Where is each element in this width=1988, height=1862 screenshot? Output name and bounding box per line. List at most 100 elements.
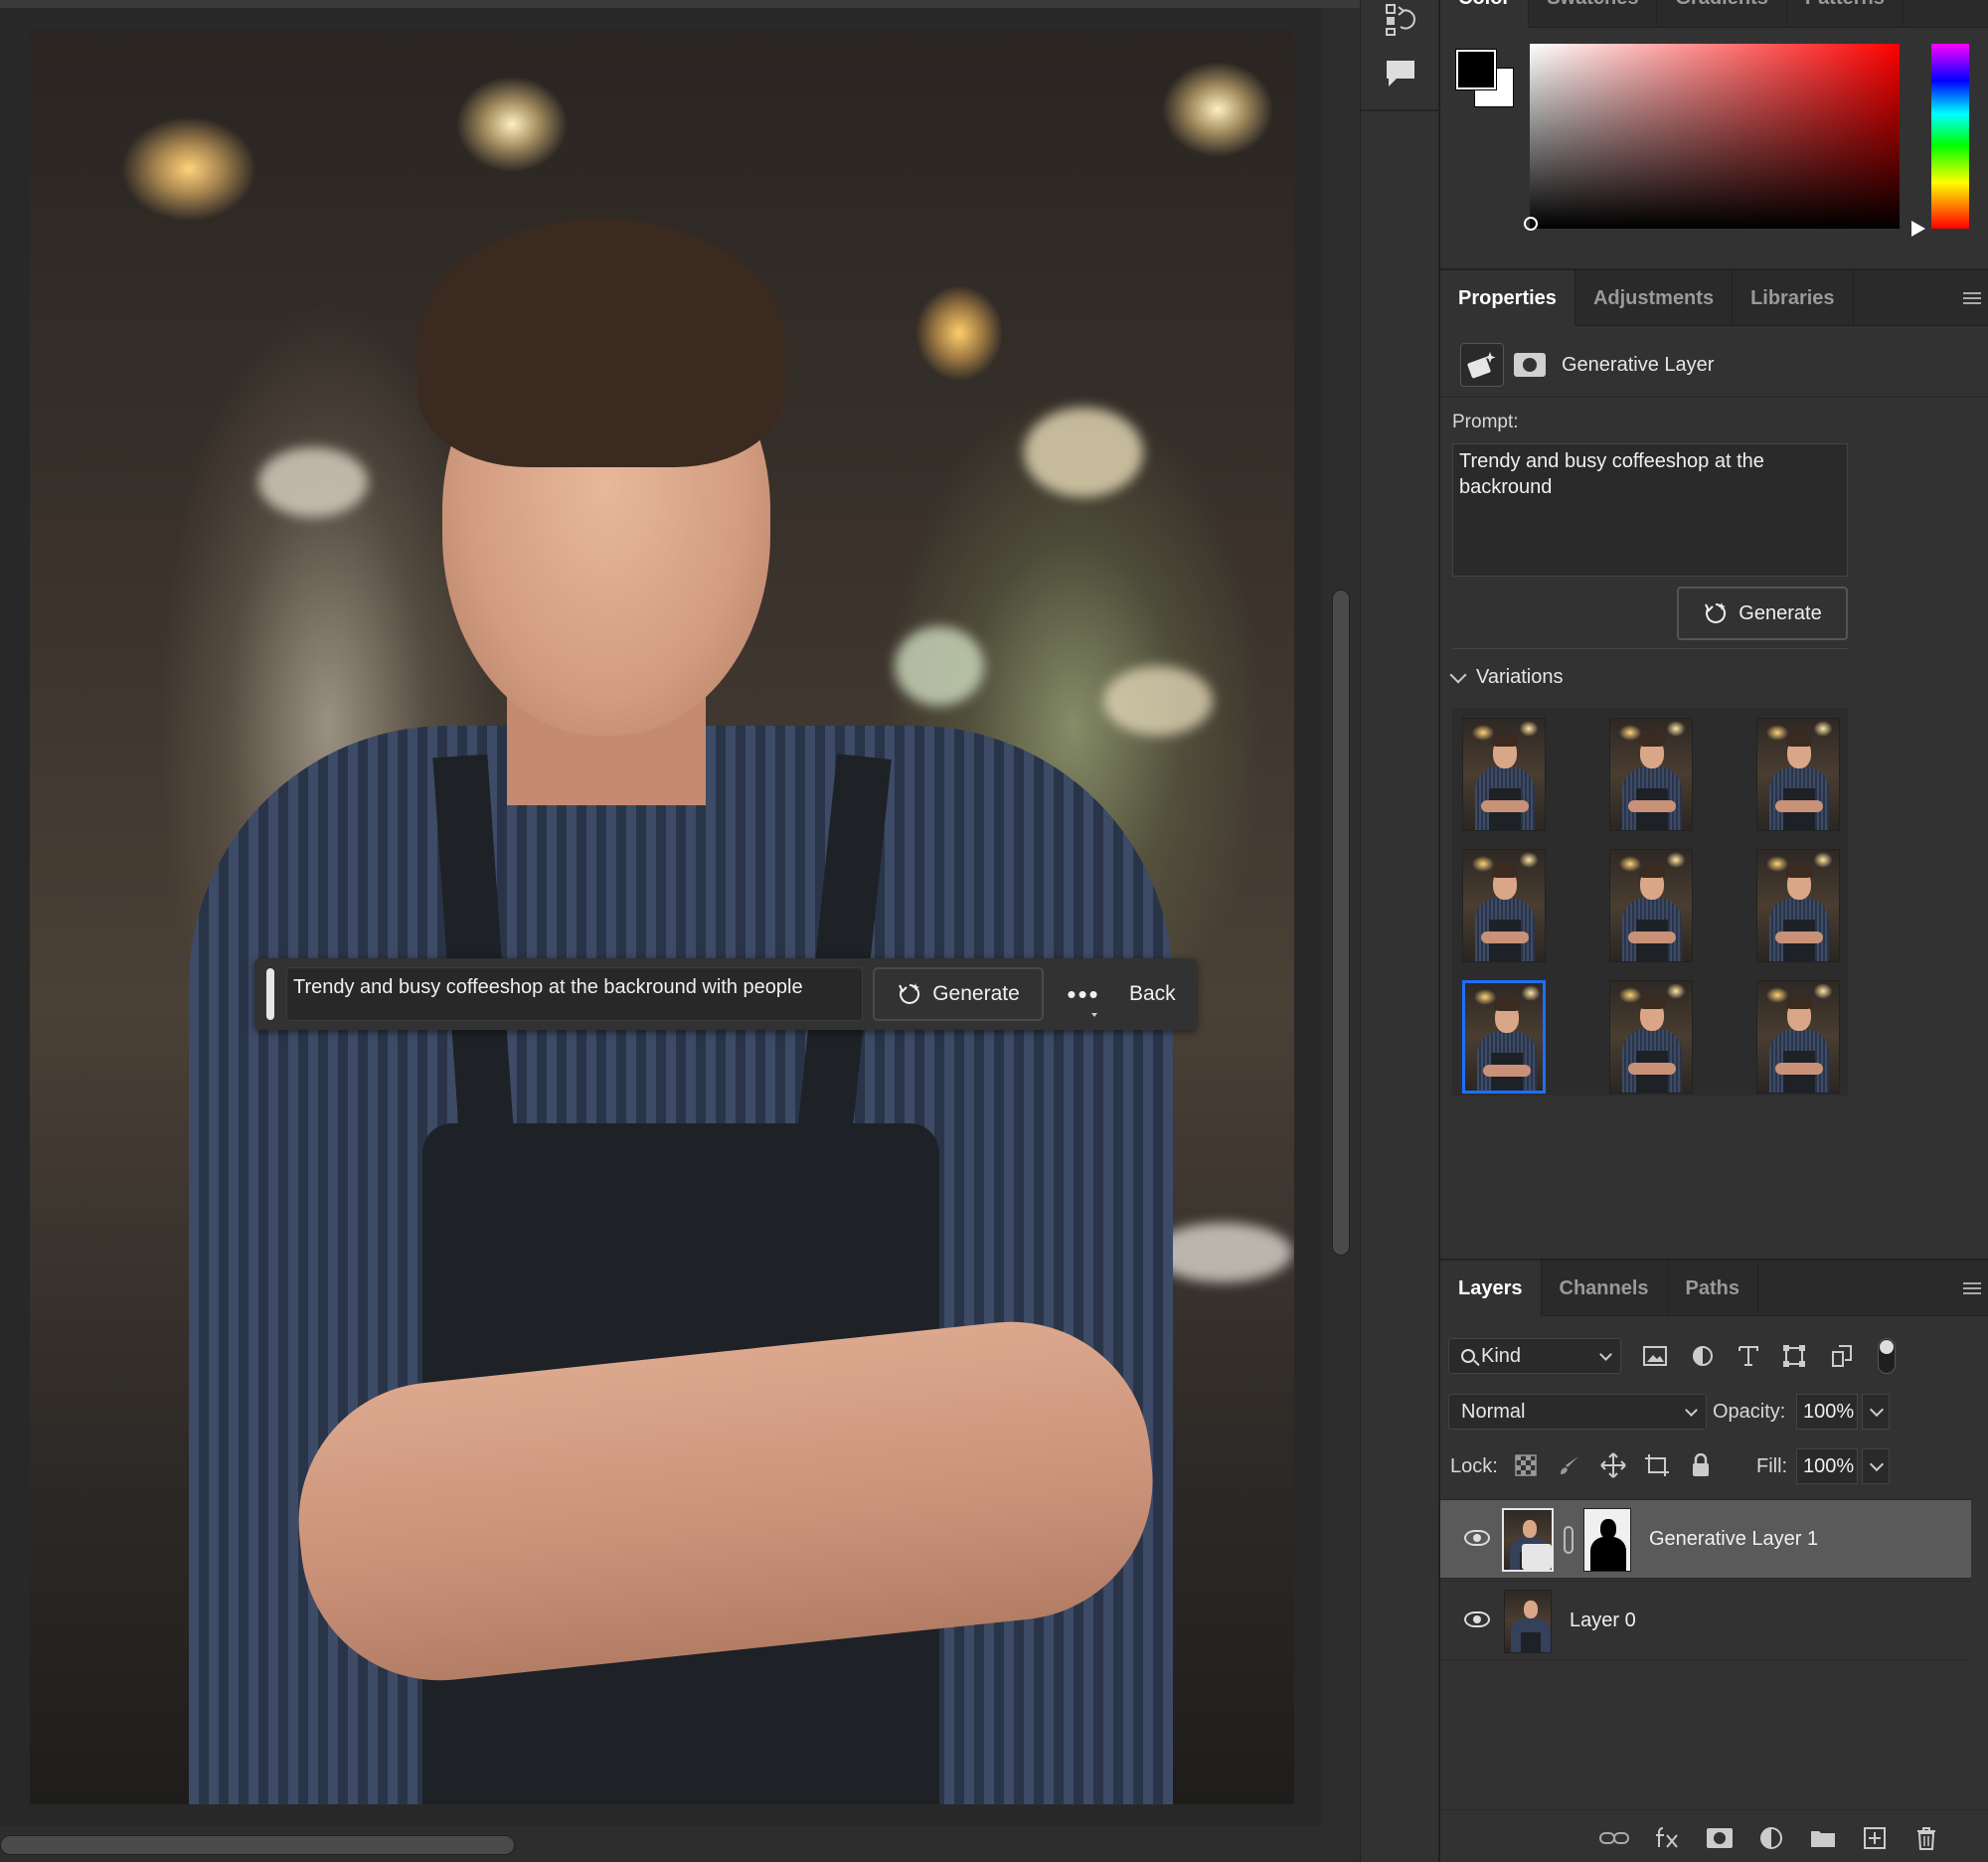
horizontal-scroll-thumb[interactable] [0,1835,515,1855]
layer-mask-thumbnail[interactable] [1583,1508,1631,1572]
variation-hair [1639,733,1665,747]
tab-color[interactable]: Color [1440,0,1530,28]
prompt-label: Prompt: [1452,412,1519,432]
lock-image-pixels-icon[interactable] [1556,1451,1583,1479]
foreground-color-swatch[interactable] [1455,49,1497,90]
layer-row-generative-layer-1[interactable]: Generative Layer 1 [1440,1499,1971,1579]
contextual-task-bar: Trendy and busy coffeeshop at the backro… [254,958,1197,1030]
link-icon[interactable] [1599,1824,1629,1852]
tab-libraries[interactable]: Libraries [1733,270,1854,326]
adjustment-layer-filter-icon[interactable] [1689,1342,1717,1370]
panel-menu-icon[interactable] [1963,1282,1981,1294]
panel-menu-icon[interactable] [1963,292,1981,304]
tab-adjustments[interactable]: Adjustments [1575,270,1734,326]
hue-slider[interactable] [1931,44,1969,229]
generate-button[interactable]: Generate [1677,587,1848,640]
taskbar-prompt-input[interactable]: Trendy and busy coffeeshop at the backro… [286,967,863,1021]
mask-silhouette-body [1590,1537,1626,1571]
tab-patterns[interactable]: Patterns [1787,0,1904,28]
tab-channels[interactable]: Channels [1542,1261,1668,1316]
layers-panel: Layers Channels Paths Kind Normal Opacit… [1440,1259,1988,1862]
lock-position-icon[interactable] [1599,1451,1627,1479]
layers-panel-tabs: Layers Channels Paths [1440,1261,1988,1316]
generate-icon [1705,602,1727,623]
blend-mode-select[interactable]: Normal [1448,1394,1707,1430]
layer-name[interactable]: Generative Layer 1 [1649,1528,1818,1551]
variation-arms [1775,1063,1823,1075]
color-field-marker[interactable] [1524,217,1538,231]
shape-layer-filter-icon[interactable] [1780,1342,1808,1370]
variation-thumbnail[interactable] [1462,718,1546,831]
folder-icon[interactable] [1808,1824,1838,1852]
variation-thumbnail[interactable] [1756,849,1840,962]
taskbar-drag-handle[interactable] [266,968,274,1020]
lock-all-icon[interactable] [1687,1451,1715,1479]
properties-title: Generative Layer [1562,353,1715,376]
variation-thumbnail[interactable] [1756,718,1840,831]
mask-icon[interactable] [1705,1824,1735,1852]
properties-divider [1452,648,1848,649]
document-canvas-area[interactable]: Trendy and busy coffeeshop at the backro… [0,0,1360,1862]
layer-name[interactable]: Layer 0 [1570,1609,1636,1632]
new-layer-icon[interactable] [1860,1824,1890,1852]
tab-swatches[interactable]: Swatches [1529,0,1658,28]
visibility-eye-icon[interactable] [1464,1611,1490,1627]
bokeh-light [1103,666,1213,736]
smart-object-filter-icon[interactable] [1828,1342,1856,1370]
layer-filter-toggle[interactable] [1878,1338,1896,1374]
pixel-layer-filter-icon[interactable] [1641,1342,1669,1370]
layers-footer-toolbar [1440,1809,1988,1862]
lock-label: Lock: [1450,1455,1498,1477]
comments-icon[interactable] [1383,56,1418,91]
layer-row-layer-0[interactable]: Layer 0 [1440,1581,1971,1660]
adjustment-icon[interactable] [1756,1824,1786,1852]
opacity-dropdown[interactable] [1862,1394,1890,1430]
variation-hair [1786,995,1812,1009]
chevron-down-icon [1599,1348,1612,1361]
horizontal-scrollbar[interactable] [0,1825,1360,1862]
fill-dropdown[interactable] [1862,1448,1890,1484]
tab-layers[interactable]: Layers [1440,1261,1542,1316]
tab-paths[interactable]: Paths [1668,1261,1758,1316]
vertical-scroll-thumb[interactable] [1332,590,1350,1256]
document-top-edge [0,0,1360,8]
layer-filter-kind-select[interactable]: Kind [1448,1338,1621,1374]
taskbar-generate-button[interactable]: Generate [873,967,1044,1021]
opacity-input[interactable]: 100% [1796,1394,1858,1430]
taskbar-back-button[interactable]: Back [1129,982,1176,1006]
color-picker-field[interactable] [1530,44,1900,229]
variation-thumbnail[interactable] [1462,980,1546,1094]
lock-artboard-icon[interactable] [1643,1451,1671,1479]
hue-slider-handle[interactable] [1911,221,1925,237]
variations-toggle[interactable]: Variations [1449,666,1563,689]
prompt-textarea[interactable]: Trendy and busy coffeeshop at the backro… [1452,443,1848,577]
fill-input[interactable]: 100% [1796,1448,1858,1484]
variation-arms [1483,1065,1531,1077]
variation-thumbnail[interactable] [1609,718,1693,831]
properties-header: Generative Layer [1460,340,1714,390]
variation-thumbnail[interactable] [1462,849,1546,962]
variation-arms [1481,931,1529,943]
mask-link-icon[interactable] [1564,1526,1574,1554]
type-layer-filter-icon[interactable] [1735,1342,1762,1370]
layer-thumbnail[interactable] [1504,1590,1552,1653]
tab-properties[interactable]: Properties [1440,270,1575,326]
variation-thumbnail[interactable] [1609,980,1693,1094]
canvas-image[interactable] [30,30,1294,1804]
history-icon[interactable] [1383,2,1418,38]
layer-mask-icon[interactable] [1514,353,1546,377]
tab-gradients[interactable]: Gradients [1657,0,1787,28]
generative-layer-icon[interactable] [1460,343,1504,387]
variation-thumbnail[interactable] [1609,849,1693,962]
variation-thumbnail[interactable] [1756,980,1840,1094]
chevron-down-icon [1685,1404,1698,1417]
layer-thumbnail[interactable] [1502,1508,1554,1572]
vertical-scrollbar[interactable] [1322,8,1360,1825]
fx-icon[interactable] [1653,1824,1683,1852]
visibility-eye-icon[interactable] [1464,1530,1490,1546]
variation-arms [1775,931,1823,943]
lock-transparent-pixels-icon[interactable] [1512,1451,1540,1479]
generate-icon [899,983,920,1004]
more-options-icon[interactable]: ••• [1064,979,1103,1017]
trash-icon[interactable] [1911,1824,1941,1852]
